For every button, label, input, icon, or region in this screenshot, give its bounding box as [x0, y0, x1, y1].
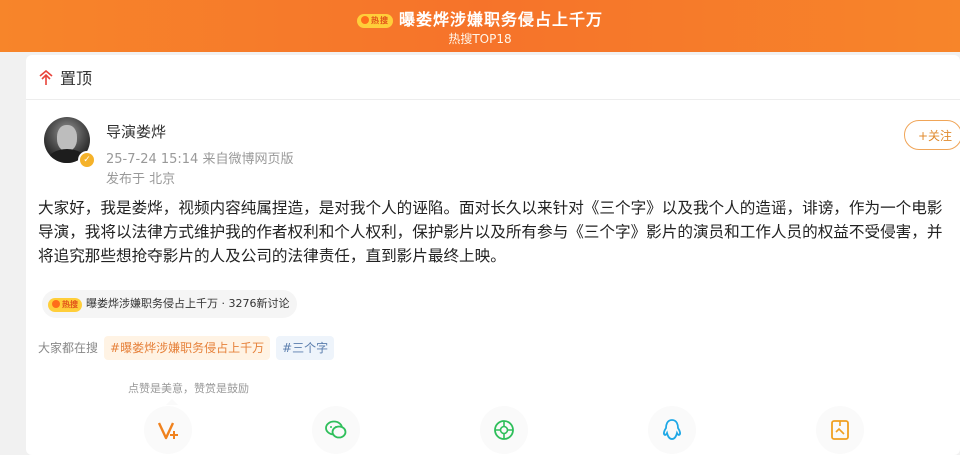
share-qq-button[interactable] [648, 406, 696, 454]
pin-icon [39, 70, 53, 85]
search-chip[interactable]: #三个字 [276, 336, 335, 360]
author-name[interactable]: 导演娄烨 [106, 121, 166, 142]
trending-searches: 大家都在搜 #曝娄烨涉嫌职务侵占上千万 #三个字 [38, 336, 340, 360]
qq-icon [663, 419, 681, 440]
topic-pill[interactable]: 热搜 曝娄烨涉嫌职务侵占上千万 · 3276新讨论 [42, 290, 298, 318]
reward-button[interactable] [144, 406, 192, 454]
divider [26, 99, 960, 100]
reward-v-icon [157, 422, 178, 440]
follow-button[interactable]: +关注 [904, 120, 960, 150]
save-image-icon [831, 420, 849, 440]
flame-icon [52, 300, 60, 308]
flame-icon [360, 16, 369, 24]
banner-title-row: 热搜 曝娄烨涉嫌职务侵占上千万 [0, 6, 960, 30]
share-wechat-button[interactable] [312, 406, 360, 454]
search-chip[interactable]: #曝娄烨涉嫌职务侵占上千万 [104, 336, 271, 360]
avatar-face [57, 125, 77, 151]
post-card: 置顶 ✓ 导演娄烨 25-7-24 15:14 来自微博网页版 发布于 北京 +… [26, 55, 960, 455]
hot-search-banner[interactable]: 热搜 曝娄烨涉嫌职务侵占上千万 热搜TOP18 [0, 0, 960, 52]
banner-title: 曝娄烨涉嫌职务侵占上千万 [398, 10, 603, 29]
trending-label: 大家都在搜 [38, 341, 99, 355]
pinned-indicator: 置顶 [38, 65, 92, 89]
post-body: 大家好，我是娄烨，视频内容纯属捏造，是对我个人的诬陷。面对长久以来针对《三个字》… [38, 199, 943, 265]
hint-arrow [166, 399, 178, 405]
moments-icon [494, 420, 514, 440]
hot-search-badge: 热搜 [356, 14, 393, 28]
reward-hint: 点赞是美意，赞赏是鼓励 [128, 382, 249, 395]
topic-hot-badge: 热搜 [48, 298, 82, 312]
wechat-icon [325, 420, 347, 439]
post-meta: 25-7-24 15:14 来自微博网页版 [106, 152, 294, 167]
verified-badge-icon: ✓ [78, 151, 96, 169]
share-moments-button[interactable] [480, 406, 528, 454]
post-location: 发布于 北京 [106, 172, 176, 187]
banner-rank: 热搜TOP18 [448, 32, 512, 46]
save-image-button[interactable] [816, 406, 864, 454]
pin-label: 置顶 [60, 69, 93, 88]
hot-tag-label: 热搜 [370, 16, 389, 25]
topic-hot-label: 热搜 [62, 300, 78, 309]
topic-text: 曝娄烨涉嫌职务侵占上千万 · 3276新讨论 [86, 297, 290, 310]
